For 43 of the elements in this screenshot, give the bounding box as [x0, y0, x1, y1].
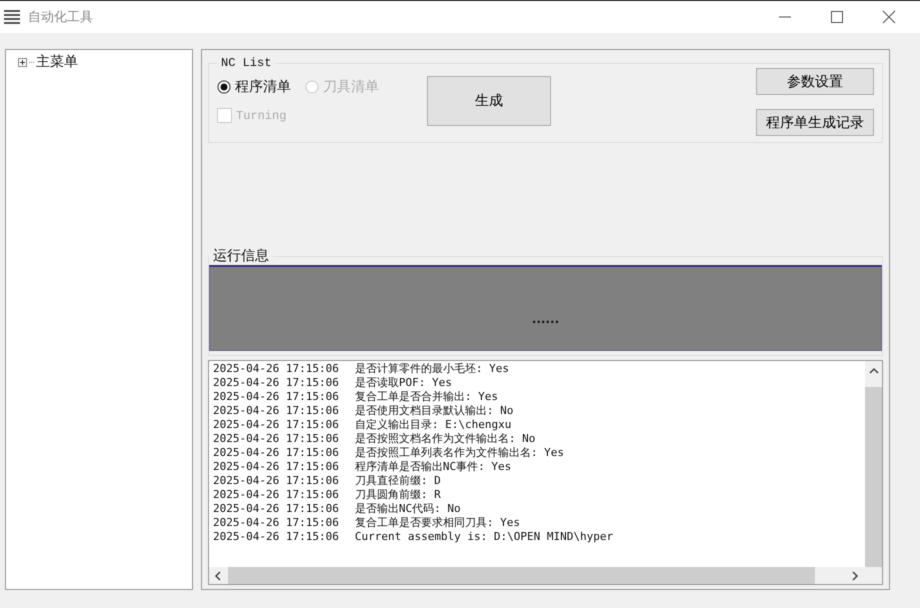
scroll-up-icon[interactable] — [868, 367, 878, 375]
log-message: 刀具圆角前缀: R — [354, 488, 441, 502]
log-message: 是否读取POF: Yes — [354, 376, 452, 390]
action-button[interactable]: 程序单生成记录 — [756, 109, 874, 136]
log-message: 是否按照工单列表名作为文件输出名: Yes — [354, 446, 564, 460]
radio-icon[interactable] — [217, 80, 231, 94]
scroll-right-icon[interactable] — [851, 570, 859, 580]
log-message: 是否输出NC代码: No — [354, 502, 461, 516]
log-time: 2025-04-26 17:15:06 — [213, 404, 339, 418]
generate-button[interactable]: 生成 — [427, 76, 551, 126]
status-text: ...... — [532, 312, 560, 326]
maximize-icon[interactable] — [830, 10, 844, 24]
radio-option[interactable]: 程序清单 — [217, 78, 291, 96]
log-time: 2025-04-26 17:15:06 — [213, 376, 339, 390]
log-message: 自定义输出目录: E:\chengxu — [354, 418, 512, 432]
log-time: 2025-04-26 17:15:06 — [213, 446, 339, 460]
log-time: 2025-04-26 17:15:06 — [213, 488, 339, 502]
log-message: Current assembly is: D:\OPEN MIND\hyper — [354, 530, 614, 544]
group-title: NC List — [220, 56, 272, 70]
log-time: 2025-04-26 17:15:06 — [213, 502, 339, 516]
close-icon[interactable] — [882, 10, 896, 24]
log-time: 2025-04-26 17:15:06 — [213, 530, 339, 544]
expand-icon[interactable] — [18, 58, 27, 66]
log-message: 复合工单是否要求相同刀具: Yes — [354, 516, 520, 530]
app-menu-icon — [4, 10, 20, 24]
log-message: 是否计算零件的最小毛坯: Yes — [354, 362, 509, 376]
log-message: 复合工单是否合并输出: Yes — [354, 390, 498, 404]
log-message: 程序清单是否输出NC事件: Yes — [354, 460, 512, 474]
log-time: 2025-04-26 17:15:06 — [213, 516, 339, 530]
group-title: 运行信息 — [212, 247, 270, 265]
log-time: 2025-04-26 17:15:06 — [213, 362, 339, 376]
tree-item[interactable]: 主菜单 — [36, 53, 78, 71]
log-time: 2025-04-26 17:15:06 — [213, 474, 339, 488]
log-time: 2025-04-26 17:15:06 — [213, 460, 339, 474]
action-button[interactable]: 参数设置 — [756, 68, 874, 95]
log-message: 是否使用文档目录默认输出: No — [354, 404, 514, 418]
log-message: 是否按照文档名作为文件输出名: No — [354, 432, 536, 446]
window-title: 自动化工具 — [28, 9, 93, 26]
log-message: 刀具直径前缀: D — [354, 474, 441, 488]
scroll-left-icon[interactable] — [214, 570, 222, 580]
log-time: 2025-04-26 17:15:06 — [213, 432, 339, 446]
log-time: 2025-04-26 17:15:06 — [213, 390, 339, 404]
log-time: 2025-04-26 17:15:06 — [213, 418, 339, 432]
